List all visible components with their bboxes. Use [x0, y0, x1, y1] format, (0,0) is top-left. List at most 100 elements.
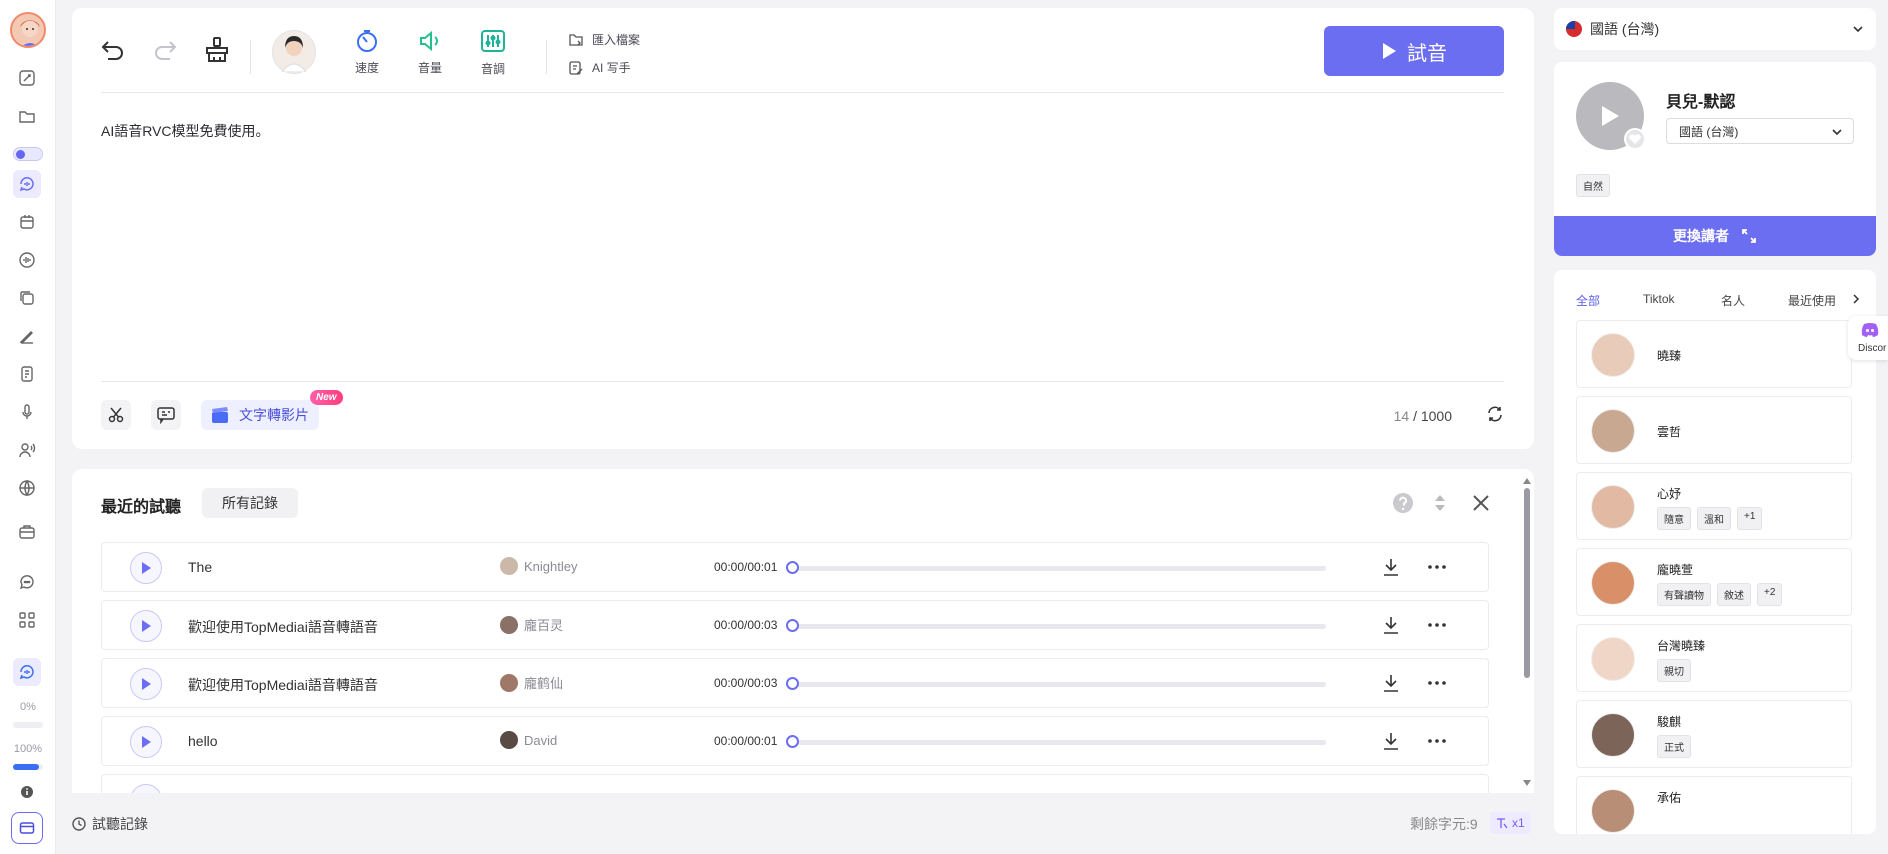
download-icon[interactable] [1382, 673, 1400, 693]
scroll-down-icon[interactable] [1523, 780, 1531, 786]
voice-avatar-button[interactable] [272, 30, 316, 74]
folder-icon[interactable] [13, 102, 41, 130]
apps-grid-icon[interactable] [13, 606, 41, 634]
voice-tags: 隨意 溫和 +1 [1657, 507, 1763, 530]
progress-knob[interactable] [786, 561, 799, 574]
progress-track[interactable] [790, 682, 1326, 687]
usage-voice-icon[interactable] [13, 658, 41, 686]
progress-knob[interactable] [786, 619, 799, 632]
left-sidebar: 0% 100% [0, 0, 56, 854]
voice-tags: 正式 [1657, 735, 1691, 758]
tab-recent[interactable]: 最近使用 [1788, 292, 1836, 309]
row-play-button[interactable] [130, 668, 162, 700]
row-play-button[interactable] [130, 610, 162, 642]
voice-item[interactable]: 曉臻 [1576, 320, 1852, 388]
recent-previews-panel: 最近的試聽 所有記錄 The Knightley 00:00/00:01 歡迎使… [72, 469, 1534, 793]
help-icon[interactable] [1392, 492, 1414, 514]
more-options-icon[interactable] [1428, 623, 1446, 627]
discord-button[interactable]: Discor [1848, 316, 1888, 360]
redo-icon[interactable] [152, 38, 178, 62]
all-records-button[interactable]: 所有記錄 [202, 488, 298, 518]
current-voice-card: 貝兒-默認 國語 (台灣) 自然 更換講者 [1554, 62, 1876, 256]
change-speaker-button[interactable]: 更換講者 [1554, 216, 1876, 256]
subtitle-tool-button[interactable] [151, 400, 181, 430]
voice-item[interactable]: 龐曉萱 有聲讀物 敘述 +2 [1576, 548, 1852, 616]
download-icon[interactable] [1382, 557, 1400, 577]
microphone-icon[interactable] [13, 398, 41, 426]
text-to-video-button[interactable]: 文字轉影片 [201, 400, 319, 430]
row-voice: Knightley [500, 557, 577, 575]
download-icon[interactable] [1382, 731, 1400, 751]
clear-brush-icon[interactable] [204, 36, 230, 64]
scroll-up-icon[interactable] [1523, 478, 1531, 484]
sort-icon[interactable] [1433, 493, 1447, 513]
progress-track[interactable] [790, 740, 1326, 745]
text-editor[interactable]: AI語音RVC模型免費使用。 [101, 121, 270, 141]
user-avatar[interactable] [10, 12, 46, 48]
progress-knob[interactable] [786, 677, 799, 690]
voice-name: 曉臻 [1657, 349, 1682, 363]
scroll-thumb[interactable] [1524, 488, 1530, 678]
speed-icon[interactable] [354, 28, 380, 54]
multiplier-badge[interactable]: x1 [1490, 812, 1531, 834]
voice-item[interactable]: 台灣曉臻 親切 [1576, 624, 1852, 692]
preview-play-button[interactable]: 試音 [1324, 26, 1504, 76]
pitch-icon[interactable] [480, 28, 506, 54]
ai-writer-button[interactable]: AI 写手 [568, 59, 631, 76]
briefcase-icon[interactable] [13, 518, 41, 546]
voice-item[interactable]: 承佑 [1576, 776, 1852, 834]
tab-celebrity[interactable]: 名人 [1721, 292, 1745, 309]
tab-tiktok[interactable]: Tiktok [1643, 292, 1675, 306]
voice-changer-icon[interactable] [13, 170, 41, 198]
discord-icon [1861, 323, 1879, 337]
download-icon[interactable] [1382, 615, 1400, 635]
undo-icon[interactable] [100, 38, 126, 62]
row-voice: 龐鹤仙 [500, 673, 563, 692]
tab-all[interactable]: 全部 [1576, 292, 1600, 309]
import-file-button[interactable]: 匯入檔案 [568, 31, 640, 48]
speaker-person-icon[interactable] [13, 436, 41, 464]
voice-tag: 正式 [1657, 735, 1691, 758]
row-time: 00:00/00:03 [714, 618, 778, 632]
progress-knob[interactable] [786, 735, 799, 748]
more-options-icon[interactable] [1428, 739, 1446, 743]
more-options-icon[interactable] [1428, 681, 1446, 685]
favorite-heart-icon[interactable] [1624, 128, 1646, 150]
globe-icon[interactable] [13, 474, 41, 502]
calendar-icon[interactable] [13, 208, 41, 236]
mode-toggle[interactable] [13, 147, 43, 161]
row-title: The [188, 559, 213, 575]
close-icon[interactable] [1472, 494, 1490, 512]
voice-item[interactable]: 雲哲 [1576, 396, 1852, 464]
pen-icon[interactable] [13, 322, 41, 350]
voice-name: 雲哲 [1657, 425, 1682, 439]
play-icon [142, 620, 151, 632]
row-play-button[interactable] [130, 552, 162, 584]
volume-icon[interactable] [417, 28, 443, 54]
magic-edit-icon[interactable] [13, 64, 41, 92]
more-options-icon[interactable] [1428, 565, 1446, 569]
cut-tool-button[interactable] [101, 400, 131, 430]
clapperboard-icon [212, 407, 228, 423]
progress-track[interactable] [790, 566, 1326, 571]
document-icon[interactable] [13, 360, 41, 388]
import-label: 匯入檔案 [592, 33, 641, 47]
audio-wave-icon[interactable] [13, 246, 41, 274]
voice-item[interactable]: 心妤 隨意 溫和 +1 [1576, 472, 1852, 540]
refresh-icon[interactable] [1486, 405, 1504, 423]
voice-language-select[interactable]: 國語 (台灣) [1666, 118, 1854, 144]
voice-avatar [500, 615, 518, 634]
billing-card-icon[interactable] [11, 812, 43, 844]
chevron-right-icon[interactable] [1852, 294, 1860, 304]
copy-icon[interactable] [13, 284, 41, 312]
row-play-button[interactable] [130, 784, 162, 793]
recent-scrollbar[interactable] [1523, 478, 1531, 788]
row-play-button[interactable] [130, 726, 162, 758]
chat-icon[interactable] [13, 568, 41, 596]
info-icon[interactable] [13, 778, 41, 806]
language-select[interactable]: 國語 (台灣) [1554, 8, 1876, 50]
history-button[interactable]: 試聽記錄 [72, 814, 148, 834]
progress-track[interactable] [790, 624, 1326, 629]
voice-item[interactable]: 駿麒 正式 [1576, 700, 1852, 768]
voice-name: David [524, 732, 558, 748]
